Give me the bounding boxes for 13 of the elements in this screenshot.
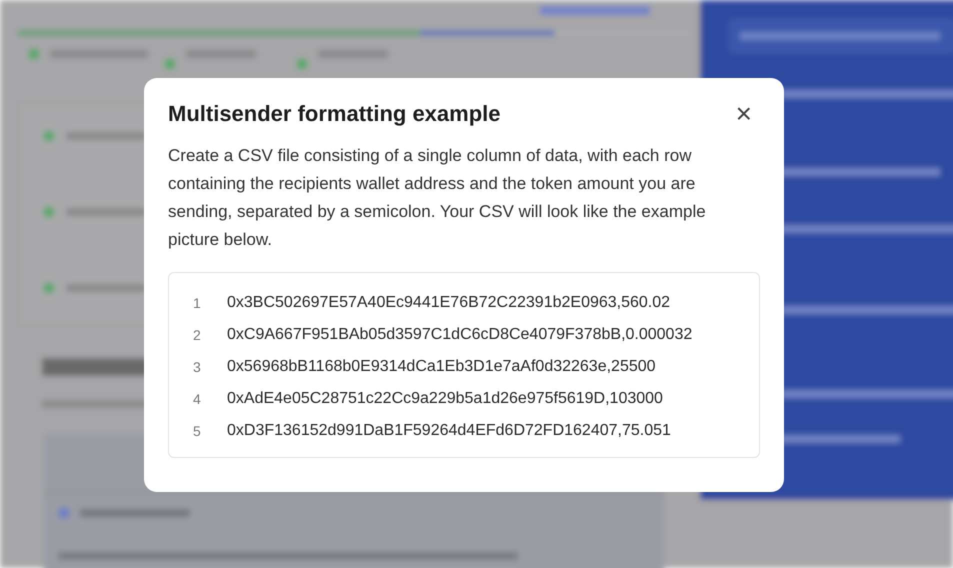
line-number: 1 [193, 295, 201, 311]
csv-line: 0xC9A667F951BAb05d3597C1dC6cD8Ce4079F378bB,0.000032 [227, 326, 692, 344]
csv-line: 0xAdE4e05C28751c22Cc9a229b5a1d26e975f5619D,103000 [227, 390, 663, 408]
modal-title: Multisender formatting example [168, 101, 501, 127]
line-number: 4 [193, 391, 201, 407]
line-number: 5 [193, 423, 201, 439]
csv-line: 0x3BC502697E57A40Ec9441E76B72C22391b2E0963,560.02 [227, 294, 670, 312]
csv-line: 0xD3F136152d991DaB1F59264d4EFd6D72FD162407,75.051 [227, 422, 671, 440]
line-number: 2 [193, 327, 201, 343]
csv-line: 0x56968bB1168b0E9314dCa1Eb3D1e7aAf0d32263e,25500 [227, 358, 656, 376]
line-number: 3 [193, 359, 201, 375]
close-button[interactable]: × [732, 100, 756, 128]
modal-description: Create a CSV file consisting of a single column of data, with each row containing the recipients wallet address and the token amount you are sending, separated by a semicolon. Your CSV will look like the example picture below. [168, 145, 707, 251]
